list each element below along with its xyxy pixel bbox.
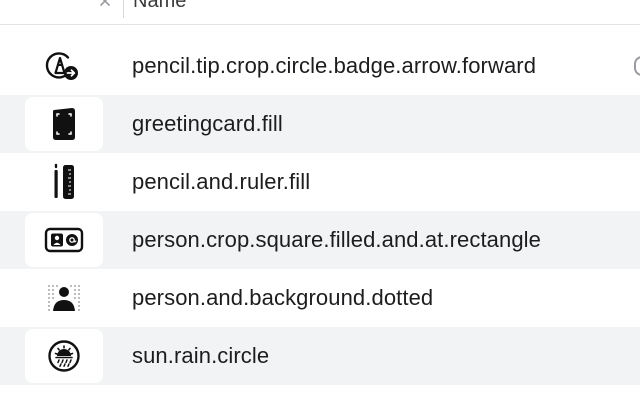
- sun-rain-circle-icon: [46, 338, 82, 374]
- list-item[interactable]: person.and.background.dotted: [0, 269, 640, 327]
- icon-tile: [25, 97, 103, 151]
- list-item[interactable]: person.crop.square.filled.and.at.rectang…: [0, 211, 640, 269]
- greetingcard-fill-icon: [49, 106, 79, 142]
- icon-tile: [25, 39, 103, 93]
- symbol-list: pencil.tip.crop.circle.badge.arrow.forwa…: [0, 37, 640, 385]
- symbol-name: pencil.and.ruler.fill: [132, 169, 311, 194]
- header-divider: [123, 0, 124, 18]
- symbol-name: pencil.tip.crop.circle.badge.arrow.forwa…: [132, 53, 537, 78]
- close-icon[interactable]: [98, 0, 112, 8]
- list-item[interactable]: greetingcard.fill: [0, 95, 640, 153]
- column-header-name[interactable]: Name: [133, 0, 186, 13]
- list-header: Name: [0, 0, 640, 25]
- icon-tile: [25, 213, 103, 267]
- icon-tile: [25, 271, 103, 325]
- symbol-name: person.crop.square.filled.and.at.rectang…: [132, 227, 542, 252]
- list-item[interactable]: pencil.tip.crop.circle.badge.arrow.forwa…: [0, 37, 640, 95]
- trailing-icon: [634, 56, 640, 76]
- person-crop-square-filled-and-at-rectangle-icon: [44, 225, 84, 255]
- pencil-and-ruler-fill-icon: [49, 163, 79, 201]
- icon-tile: [25, 329, 103, 383]
- symbol-list-window: Name pencil.tip.crop.circle.badge.arrow.…: [0, 0, 640, 402]
- list-item[interactable]: pencil.and.ruler.fill: [0, 153, 640, 211]
- pencil-tip-crop-circle-badge-arrow-forward-icon: [42, 48, 86, 84]
- icon-tile: [25, 155, 103, 209]
- person-and-background-dotted-icon: [44, 282, 84, 314]
- symbol-name: sun.rain.circle: [132, 343, 270, 368]
- symbol-name: person.and.background.dotted: [132, 285, 434, 310]
- list-item[interactable]: sun.rain.circle: [0, 327, 640, 385]
- symbol-name: greetingcard.fill: [132, 111, 283, 136]
